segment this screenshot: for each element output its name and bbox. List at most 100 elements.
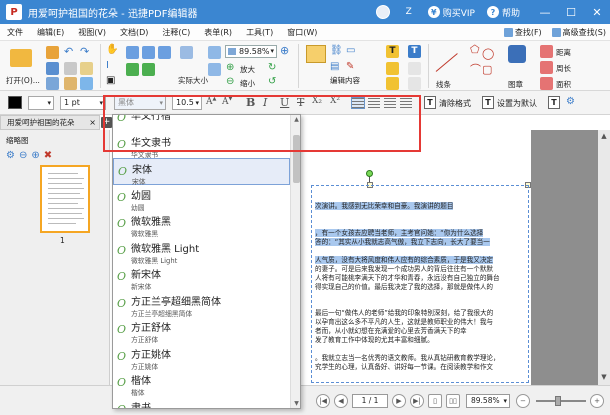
panel-zoom-in-icon[interactable]: ⊕: [31, 150, 39, 161]
page-thumbnail[interactable]: [40, 165, 90, 233]
help-button[interactable]: ? 帮助: [486, 6, 520, 19]
zoom-slider-handle[interactable]: [555, 396, 561, 406]
image-tool-icon[interactable]: ▭: [346, 45, 355, 56]
tab-close-icon[interactable]: ×: [89, 116, 96, 129]
zoom-in-circle-icon[interactable]: ⊕: [280, 44, 289, 57]
font-option[interactable]: O 新宋体 新宋体: [113, 264, 290, 291]
tool-icon[interactable]: [80, 77, 93, 90]
attach-icon[interactable]: [408, 62, 421, 75]
callout-icon[interactable]: [386, 62, 399, 75]
scroll-down-icon[interactable]: ▼: [599, 373, 609, 383]
minimize-button[interactable]: —: [532, 0, 558, 24]
print-icon[interactable]: [46, 77, 59, 90]
set-default-button[interactable]: 设置为默认: [497, 98, 537, 109]
typewriter-icon[interactable]: [386, 77, 399, 90]
next-page-button[interactable]: ▶: [392, 394, 406, 408]
menu-window[interactable]: 窗口(W): [280, 27, 324, 38]
skin-icon[interactable]: [375, 5, 390, 19]
menu-tools[interactable]: 工具(T): [239, 27, 280, 38]
back-icon[interactable]: [126, 63, 139, 76]
font-option[interactable]: O 方正姚体 方正姚体: [113, 344, 290, 371]
set-default-icon[interactable]: T: [482, 96, 494, 109]
perimeter-label[interactable]: 周长: [556, 63, 571, 74]
forward-icon[interactable]: [142, 63, 155, 76]
fit-page-icon[interactable]: [208, 46, 221, 59]
paste-icon[interactable]: [80, 62, 93, 75]
next-page-icon[interactable]: [158, 46, 171, 59]
area-icon[interactable]: [540, 77, 553, 90]
distance-icon[interactable]: [540, 45, 553, 58]
zoom-in-icon[interactable]: ⊕: [226, 62, 234, 73]
menu-view[interactable]: 视图(V): [71, 27, 113, 38]
rotate-handle[interactable]: [366, 170, 373, 177]
menu-edit[interactable]: 编辑(E): [30, 27, 71, 38]
rectangle-icon[interactable]: ▢: [482, 63, 492, 76]
actual-size-label[interactable]: 实际大小: [178, 75, 208, 86]
fit-width-icon[interactable]: [208, 63, 221, 76]
open-button-label[interactable]: 打开(O)...: [6, 75, 40, 86]
zoom-in-label[interactable]: 放大: [240, 64, 255, 75]
edit-content-label[interactable]: 编辑内容: [330, 75, 360, 86]
panel-zoom-out-icon[interactable]: ⊖: [19, 150, 27, 161]
menu-file[interactable]: 文件: [0, 27, 30, 38]
line-width-select[interactable]: 1 pt: [60, 96, 106, 110]
font-option[interactable]: O 方正舒体 方正舒体: [113, 317, 290, 344]
rotate-back-icon[interactable]: ↺: [268, 76, 276, 87]
font-family-dropdown[interactable]: ▲ ▼ O 华文行楷 O 华文隶书 华文隶书 O 宋体 宋体 O 幼圆 幼圆 O 微软雅黑 微软雅黑 O 微软…: [112, 114, 301, 409]
first-page-icon[interactable]: [126, 46, 139, 59]
last-page-button[interactable]: ▶|: [410, 394, 424, 408]
close-button[interactable]: ✕: [584, 0, 610, 24]
cloud-icon[interactable]: ⌒: [470, 61, 481, 77]
font-option[interactable]: O 微软雅黑 Light 微软雅黑 Light: [113, 238, 290, 265]
maximize-button[interactable]: ☐: [558, 0, 584, 24]
font-option[interactable]: O 方正兰亭超细黑简体 方正兰亭超细黑简体: [113, 291, 290, 318]
redo-icon[interactable]: ↷: [80, 45, 89, 58]
clear-format-button[interactable]: 清除格式: [439, 98, 471, 109]
two-page-view-icon[interactable]: ▯▯: [446, 394, 460, 408]
text-box-icon[interactable]: T: [386, 45, 399, 58]
dropdown-scrollbar[interactable]: ▲ ▼: [290, 115, 300, 408]
user-avatar[interactable]: Z: [406, 7, 412, 17]
pentagon-icon[interactable]: ⬠: [470, 43, 480, 56]
scroll-up-icon[interactable]: ▲: [599, 132, 609, 142]
area-label[interactable]: 面积: [556, 79, 571, 90]
menu-document[interactable]: 文档(D): [113, 27, 155, 38]
font-option[interactable]: O 宋体 宋体: [113, 158, 290, 186]
advanced-search-button[interactable]: 高级查找(S): [551, 27, 606, 38]
save-icon[interactable]: [46, 62, 59, 75]
status-zoom-in-icon[interactable]: +: [590, 394, 604, 408]
vertical-scrollbar[interactable]: ▲ ▼: [598, 130, 610, 385]
font-option[interactable]: O 楷体 楷体: [113, 370, 290, 397]
zoom-out-label[interactable]: 缩小: [240, 78, 255, 89]
text-properties-icon[interactable]: T: [548, 96, 560, 109]
menu-form[interactable]: 表单(R): [197, 27, 239, 38]
single-page-view-icon[interactable]: ▯: [428, 394, 442, 408]
highlight-text-icon[interactable]: T: [408, 45, 421, 58]
settings-icon[interactable]: ⚙: [566, 96, 575, 107]
search-button[interactable]: 查找(F): [503, 27, 542, 38]
color-picker[interactable]: [8, 96, 22, 109]
note-icon[interactable]: ✎: [346, 61, 354, 72]
zoom-level-select[interactable]: 89.58%: [466, 394, 510, 408]
perimeter-icon[interactable]: [540, 61, 553, 74]
hand-tool-icon[interactable]: ✋: [106, 44, 118, 55]
first-page-button[interactable]: |◀: [316, 394, 330, 408]
select-text-icon[interactable]: Ⅰ: [106, 60, 109, 71]
link-icon[interactable]: ⛓: [330, 45, 343, 56]
prev-page-button[interactable]: ◀: [334, 394, 348, 408]
prev-page-icon[interactable]: [142, 46, 155, 59]
line-shape-icon[interactable]: [435, 53, 458, 72]
oval-icon[interactable]: ◯: [482, 47, 494, 60]
menu-comment[interactable]: 注释(C): [155, 27, 197, 38]
actual-size-icon[interactable]: [180, 46, 193, 59]
stamp-icon[interactable]: [508, 45, 526, 63]
panel-settings-icon[interactable]: ⚙: [6, 150, 15, 161]
line-label[interactable]: 线条: [436, 79, 451, 90]
cut-icon[interactable]: [64, 62, 77, 75]
undo-icon[interactable]: ↶: [64, 45, 73, 58]
zoom-out-icon[interactable]: ⊖: [226, 76, 234, 87]
page-number-input[interactable]: 1 / 1: [352, 394, 388, 408]
buy-vip-button[interactable]: ¥ 购买VIP: [427, 6, 475, 19]
new-icon[interactable]: [46, 46, 59, 59]
zoom-slider-track[interactable]: [536, 400, 586, 402]
